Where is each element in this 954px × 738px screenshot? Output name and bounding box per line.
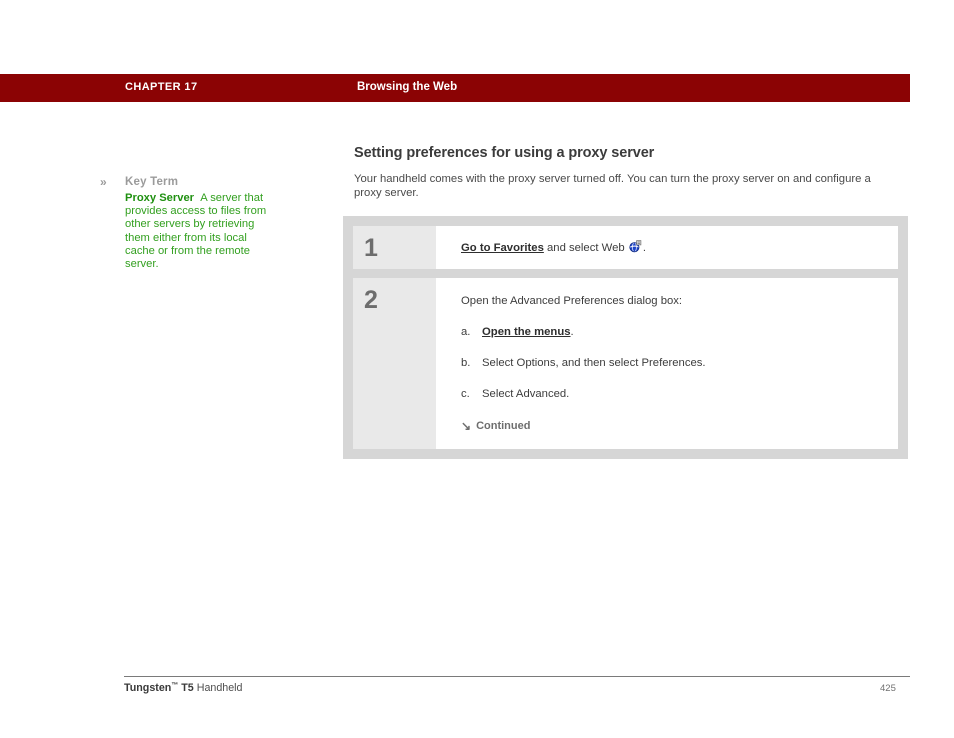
step-content: Go to Favorites and select Web .	[436, 226, 898, 269]
footer-product: Tungsten™ T5 Handheld	[124, 682, 242, 694]
footer-divider	[124, 676, 910, 677]
page-title: Setting preferences for using a proxy se…	[354, 145, 655, 161]
substep-marker: c.	[461, 388, 470, 400]
section-intro-text: Your handheld comes with the proxy serve…	[354, 173, 871, 199]
substep-item-a: a. Open the menus.	[461, 325, 884, 339]
key-term-body: Proxy Server A server that provides acce…	[125, 192, 275, 271]
key-term-label: Key Term	[125, 176, 179, 188]
chapter-label: CHAPTER 17	[125, 81, 198, 93]
go-to-favorites-link[interactable]: Go to Favorites	[461, 242, 544, 254]
key-term-name: Proxy Server	[125, 192, 195, 204]
steps-container: 1 Go to Favorites and select Web . 2 Ope…	[343, 216, 908, 459]
substep-list: a. Open the menus. b. Select Options, and …	[461, 325, 884, 401]
substep-item-c: c. Select Advanced.	[461, 387, 884, 401]
main-content: Setting preferences for using a proxy se…	[354, 144, 899, 200]
step-number-cell: 1	[353, 226, 436, 269]
step-text-end: .	[642, 242, 646, 254]
substep-text: .	[570, 326, 574, 338]
footer-product-suffix: Handheld	[193, 682, 243, 694]
step-row: 1 Go to Favorites and select Web .	[353, 226, 898, 269]
double-chevron-icon: »	[100, 175, 107, 189]
step-content: Open the Advanced Preferences dialog box…	[436, 278, 898, 449]
web-globe-icon	[629, 240, 642, 253]
chapter-header-bar: CHAPTER 17 Browsing the Web	[0, 74, 910, 102]
footer-model: T5	[178, 682, 194, 694]
document-page: CHAPTER 17 Browsing the Web » Key Term P…	[0, 0, 954, 738]
arrow-down-right-icon: ↘	[461, 419, 472, 433]
key-term-header: » Key Term	[100, 174, 275, 190]
substep-text: Select Advanced.	[482, 388, 570, 400]
continued-label: Continued	[476, 420, 531, 432]
step-row: 2 Open the Advanced Preferences dialog b…	[353, 278, 898, 449]
step-text-middle: and select Web	[543, 242, 628, 254]
substep-marker: b.	[461, 357, 471, 369]
step-number: 2	[364, 286, 378, 314]
key-term-note: » Key Term Proxy Server A server that pr…	[100, 174, 275, 271]
page-number: 425	[880, 683, 896, 694]
step-number-cell: 2	[353, 278, 436, 449]
step-instruction: Go to Favorites and select Web .	[461, 240, 884, 255]
footer-product-name: Tungsten	[124, 682, 172, 694]
step-instruction: Open the Advanced Preferences dialog box…	[461, 295, 683, 307]
substep-text: Select Options, and then select Preferen…	[482, 357, 706, 369]
continued-indicator: ↘ Continued	[461, 419, 884, 433]
step-number: 1	[364, 234, 378, 262]
chapter-title: Browsing the Web	[357, 81, 458, 93]
substep-marker: a.	[461, 326, 471, 338]
open-the-menus-link[interactable]: Open the menus	[482, 326, 571, 338]
substep-item-b: b. Select Options, and then select Prefer…	[461, 356, 884, 370]
